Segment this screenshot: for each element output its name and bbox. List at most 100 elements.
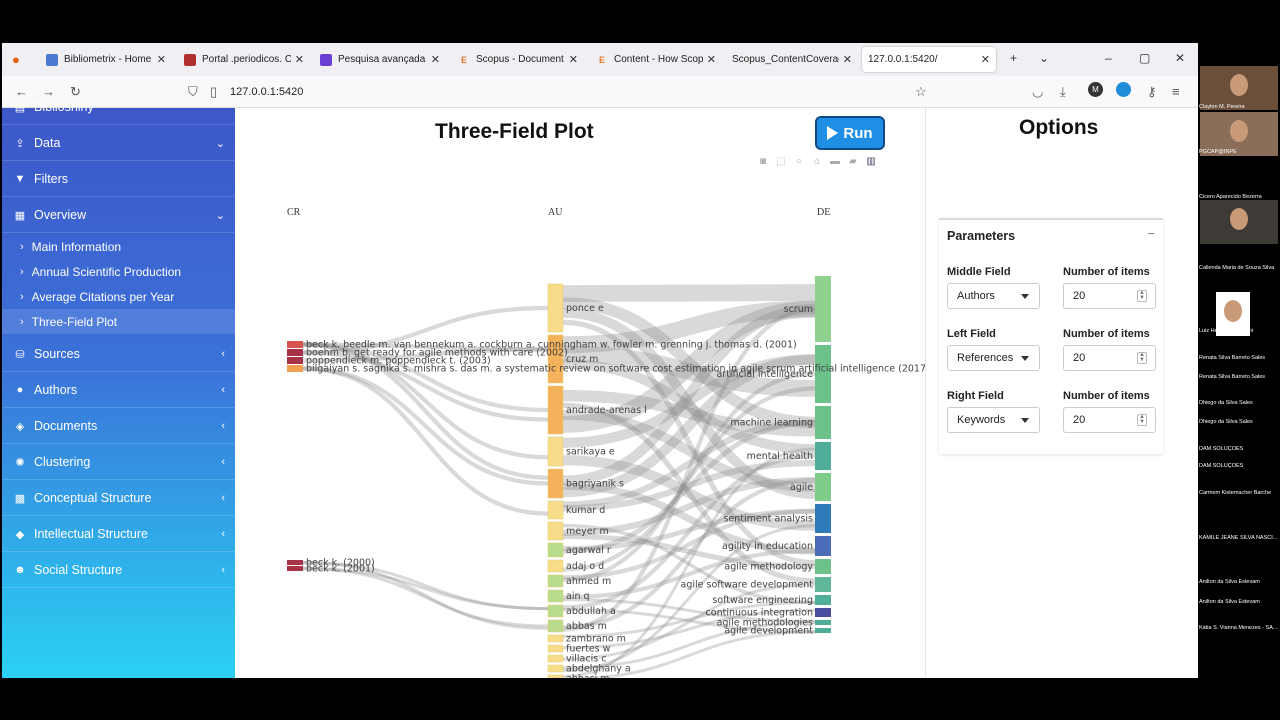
middle-number-input[interactable]: 20 ▲ ▼: [1063, 283, 1156, 309]
sankey-node-right: [815, 577, 831, 592]
close-window-icon[interactable]: ✕: [1175, 51, 1185, 65]
right-number-input[interactable]: 20 ▲ ▼: [1063, 407, 1156, 433]
sankey-label-middle: abdullah a: [566, 606, 616, 617]
sidebar-item-biblioshiny[interactable]: ▤ Biblioshiny: [2, 90, 235, 125]
browser-tab[interactable]: E Scopus - Document se ✕: [452, 47, 584, 72]
sidebar-subitem-average-citations-per-year[interactable]: › Average Citations per Year: [2, 284, 235, 309]
run-button[interactable]: Run: [815, 116, 885, 150]
sidebar-item-filters[interactable]: ▼ Filters: [2, 162, 235, 197]
left-field-select[interactable]: References: [947, 345, 1040, 371]
participant-name: Dhiego da Silva Sales: [1199, 400, 1253, 406]
sidebar-item-conceptual-structure[interactable]: ▩ Conceptual Structure ‹: [2, 481, 235, 516]
participant-name: PGCAP@INPE: [1199, 149, 1237, 155]
camera-icon[interactable]: ◙: [757, 156, 769, 168]
tab-list-icon[interactable]: ⌄: [1039, 51, 1049, 65]
sidebar-item-label: Authors: [34, 383, 78, 397]
account-icon[interactable]: M: [1088, 82, 1103, 97]
sidebar-item-label: Three-Field Plot: [31, 314, 118, 329]
close-tab-icon[interactable]: ✕: [707, 53, 716, 66]
browser-tab[interactable]: Scopus_ContentCoverage_ ✕: [726, 47, 858, 72]
compare-icon[interactable]: ▰: [847, 156, 859, 168]
sidebar-item-documents[interactable]: ◈ Documents ‹: [2, 409, 235, 444]
sidebar-item-label: Conceptual Structure: [34, 491, 152, 505]
table-icon: ▦: [14, 209, 26, 222]
new-tab-icon[interactable]: +: [1010, 51, 1017, 65]
sankey-node-left: [287, 560, 303, 565]
pocket-icon[interactable]: ◡: [1032, 84, 1043, 100]
sidebar-subitem-annual-scientific-production[interactable]: › Annual Scientific Production: [2, 259, 235, 284]
main-panel: CR AU DE beck k. beedle m. van bennekum a. …: [235, 108, 925, 678]
sidebar-item-authors[interactable]: ● Authors ‹: [2, 373, 235, 408]
firefox-icon[interactable]: ●: [12, 52, 20, 67]
sankey-node-right: [815, 276, 831, 342]
close-tab-icon[interactable]: ✕: [981, 53, 990, 66]
run-label: Run: [843, 124, 873, 142]
browser-tab[interactable]: E Content - How Scopus ✕: [590, 47, 722, 72]
participant-video[interactable]: [1200, 200, 1278, 244]
spinner-arrows-icon[interactable]: ▲ ▼: [1137, 290, 1147, 302]
maximize-icon[interactable]: ▢: [1139, 51, 1150, 65]
sidebar-item-label: Sources: [34, 347, 80, 361]
home-icon[interactable]: ⌂: [811, 156, 823, 168]
sankey-node-left: [287, 357, 303, 364]
sidebar-item-clustering[interactable]: ✺ Clustering ‹: [2, 445, 235, 480]
plotly-logo-icon[interactable]: ▥: [865, 156, 877, 168]
sankey-label-middle: sarikaya e: [566, 447, 615, 458]
sankey-link: [302, 567, 549, 611]
browser-tab[interactable]: Bibliometrix - Home ✕: [40, 47, 172, 72]
sidebar-item-social-structure[interactable]: ☻ Social Structure ‹: [2, 553, 235, 588]
right-field-select[interactable]: Keywords: [947, 407, 1040, 433]
sankey-label-middle: kumar d: [566, 505, 605, 516]
spike-icon[interactable]: ▬: [829, 156, 841, 168]
collapse-icon[interactable]: −: [1147, 226, 1155, 241]
bookmark-star-icon[interactable]: ☆: [915, 84, 927, 100]
extension-icon[interactable]: [1116, 82, 1131, 97]
video-call-strip: Clayton M. Pereira PGCAP@INPE Cicero Apare…: [1198, 60, 1280, 660]
sankey-label-right: artificial intelligence: [716, 369, 813, 380]
sankey-node-middle: [547, 283, 564, 333]
sidebar-item-sources[interactable]: ⛁ Sources ‹: [2, 337, 235, 372]
close-tab-icon[interactable]: ✕: [295, 53, 304, 66]
right-field-value: Keywords: [957, 414, 1006, 426]
sidebar-item-data[interactable]: ⇪ Data ⌄: [2, 126, 235, 161]
close-tab-icon[interactable]: ✕: [431, 53, 440, 66]
browser-tab[interactable]: Pesquisa avançada - C ✕: [314, 47, 446, 72]
chevron-right-icon: ›: [20, 240, 24, 253]
three-field-plot: CR AU DEbeck k. beedle m. van bennekum a. …: [287, 207, 925, 678]
sidebar-item-intellectual-structure[interactable]: ◆ Intellectual Structure ‹: [2, 517, 235, 552]
browser-tab[interactable]: Portal .periodicos. CAP ✕: [178, 47, 310, 72]
middle-field-select[interactable]: Authors: [947, 283, 1040, 309]
download-icon[interactable]: ⤓: [1060, 84, 1066, 100]
tab-label: Pesquisa avançada - C: [338, 54, 427, 65]
close-tab-icon[interactable]: ✕: [157, 53, 166, 66]
sankey-link: [302, 366, 549, 516]
sankey-label-left: bilgaiyan s. sagnika s. mishra s. das m.…: [306, 364, 925, 375]
close-tab-icon[interactable]: ✕: [843, 53, 852, 66]
participant-name: Renata Silva Barreto Sales: [1199, 374, 1266, 380]
sankey-node-middle: [547, 542, 564, 558]
sidebar-subitem-three-field-plot[interactable]: › Three-Field Plot: [2, 309, 235, 334]
sankey-node-left: [287, 349, 303, 356]
sankey-node-middle: [547, 664, 564, 673]
sankey-label-middle: ain q: [566, 591, 590, 602]
spinner-arrows-icon[interactable]: ▲ ▼: [1137, 352, 1147, 364]
close-tab-icon[interactable]: ✕: [569, 53, 578, 66]
participant-name: Renata Silva Barreto Sales: [1199, 355, 1266, 361]
minimize-icon[interactable]: –: [1105, 51, 1112, 65]
user-icon: ●: [16, 384, 24, 396]
address-bar[interactable]: 127.0.0.1:5420: [230, 86, 303, 98]
left-number-input[interactable]: 20 ▲ ▼: [1063, 345, 1156, 371]
lasso-icon[interactable]: ○: [793, 156, 805, 168]
key-icon[interactable]: ⚷: [1147, 84, 1157, 100]
tab-label: Scopus - Document se: [476, 54, 565, 65]
participant-name: Anilton da Silva Estevam: [1199, 579, 1260, 585]
plot-modebar: ◙ ⬚ ○ ⌂ ▬ ▰ ▥: [757, 156, 877, 168]
sidebar-subitem-main-information[interactable]: › Main Information: [2, 234, 235, 259]
menu-icon[interactable]: ≡: [1172, 84, 1180, 99]
browser-tab[interactable]: 127.0.0.1:5420/ ✕: [862, 47, 996, 72]
sankey-node-middle: [547, 619, 564, 633]
sidebar-item-overview[interactable]: ▦ Overview ⌄: [2, 198, 235, 233]
zoom-box-icon[interactable]: ⬚: [775, 156, 787, 168]
sankey-label-middle: cruz m: [566, 354, 598, 365]
spinner-arrows-icon[interactable]: ▲ ▼: [1137, 414, 1147, 426]
